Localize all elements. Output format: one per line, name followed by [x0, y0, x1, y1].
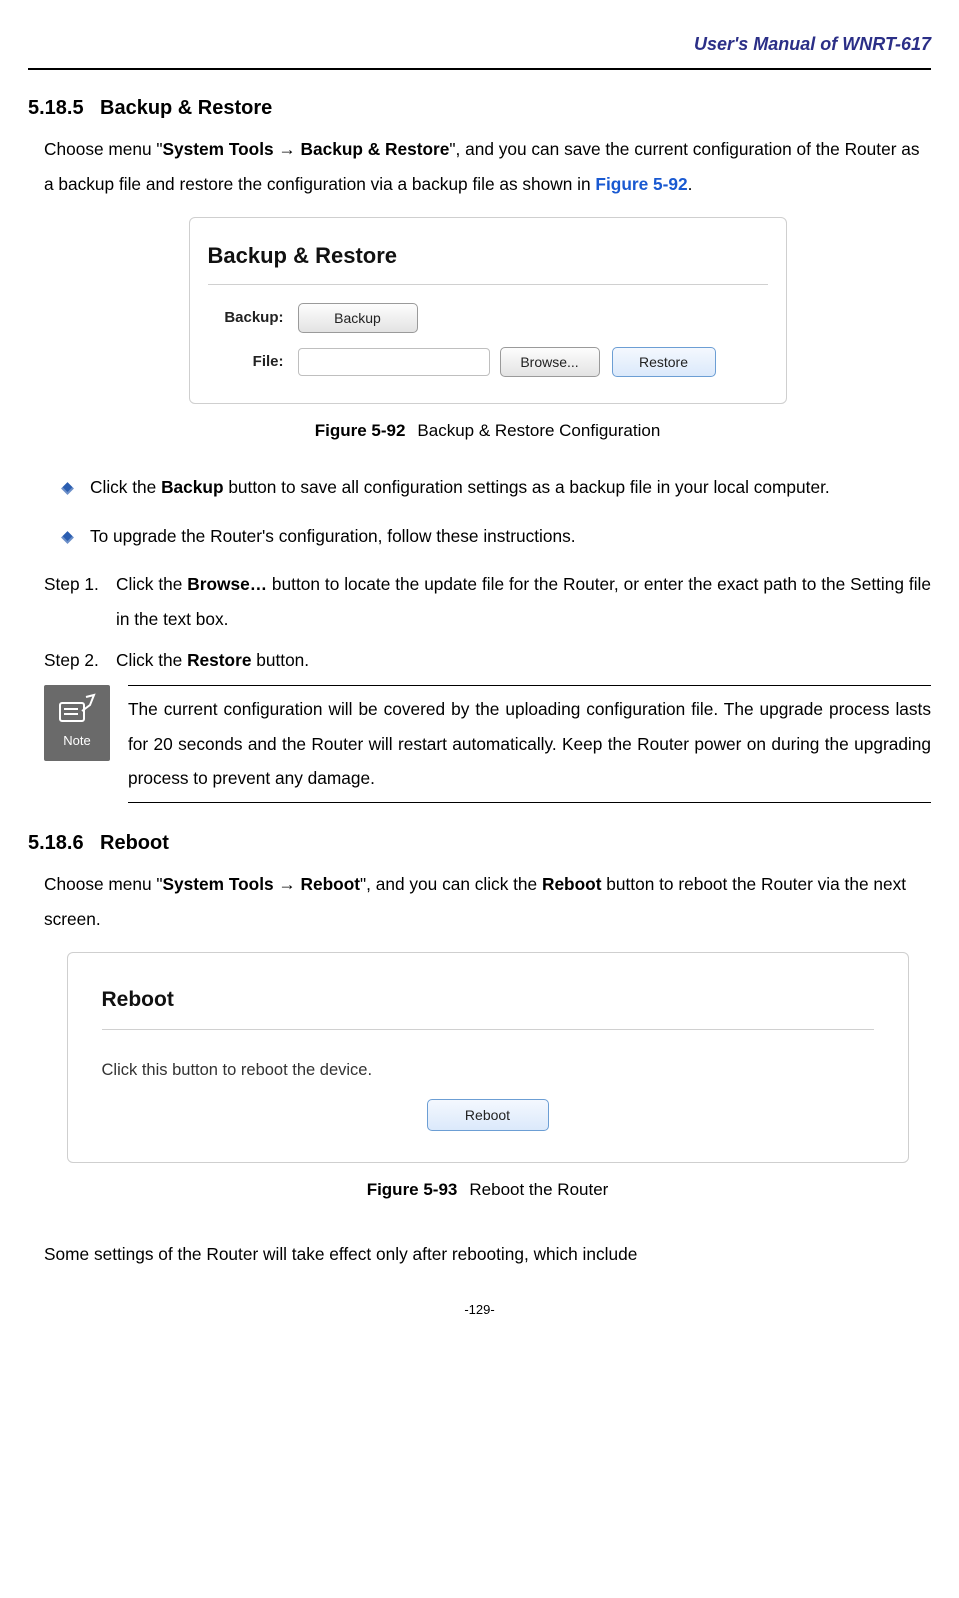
diamond-bullet-icon — [44, 470, 90, 505]
note-top-rule — [128, 685, 931, 686]
note-icon: Note — [44, 685, 110, 761]
section2-intro: Choose menu "System Tools → Reboot", and… — [44, 867, 931, 936]
backup-button[interactable]: Backup — [298, 303, 418, 333]
backup-label: Backup: — [208, 303, 284, 333]
file-label: File: — [208, 347, 284, 377]
section-number: 5.18.5 — [28, 88, 100, 128]
section1-intro: Choose menu "System Tools → Backup & Res… — [44, 132, 931, 201]
reboot-panel: Reboot Click this button to reboot the d… — [67, 952, 909, 1163]
figure-ref-5-92: Figure 5-92 — [595, 174, 687, 194]
note-bottom-rule — [128, 802, 931, 803]
figure-93-caption: Figure 5-93Reboot the Router — [44, 1173, 931, 1207]
section-number: 5.18.6 — [28, 823, 100, 863]
panel-separator — [208, 284, 768, 285]
step-1: Step 1. Click the Browse… button to loca… — [44, 567, 931, 636]
bullet-upgrade: To upgrade the Router's configuration, f… — [44, 519, 931, 554]
section-title: Reboot — [100, 832, 169, 854]
page-number: -129- — [28, 1297, 931, 1323]
diamond-bullet-icon — [44, 519, 90, 554]
panel-title: Reboot — [102, 979, 874, 1021]
reboot-message: Click this button to reboot the device. — [102, 1054, 874, 1087]
bullet-backup: Click the Backup button to save all conf… — [44, 470, 931, 505]
panel-title: Backup & Restore — [208, 234, 768, 278]
file-path-input[interactable] — [298, 348, 490, 376]
restore-button[interactable]: Restore — [612, 347, 716, 377]
backup-restore-panel: Backup & Restore Backup: Backup File: Br… — [189, 217, 787, 404]
trailing-text: Some settings of the Router will take ef… — [44, 1237, 931, 1272]
figure-92-caption: Figure 5-92Backup & Restore Configuratio… — [44, 414, 931, 448]
note-block: Note The current configuration will be c… — [44, 685, 931, 803]
header-rule — [28, 68, 931, 70]
browse-button[interactable]: Browse... — [500, 347, 600, 377]
page-header-title: User's Manual of WNRT-617 — [28, 26, 931, 62]
section-title: Backup & Restore — [100, 97, 272, 119]
section-heading-backup-restore: 5.18.5Backup & Restore — [28, 88, 931, 128]
note-label: Note — [63, 728, 90, 754]
section-heading-reboot: 5.18.6Reboot — [28, 823, 931, 863]
note-text: The current configuration will be covere… — [128, 692, 931, 796]
panel-separator — [102, 1029, 874, 1030]
step-2: Step 2. Click the Restore button. — [44, 643, 931, 678]
reboot-button[interactable]: Reboot — [427, 1099, 549, 1131]
